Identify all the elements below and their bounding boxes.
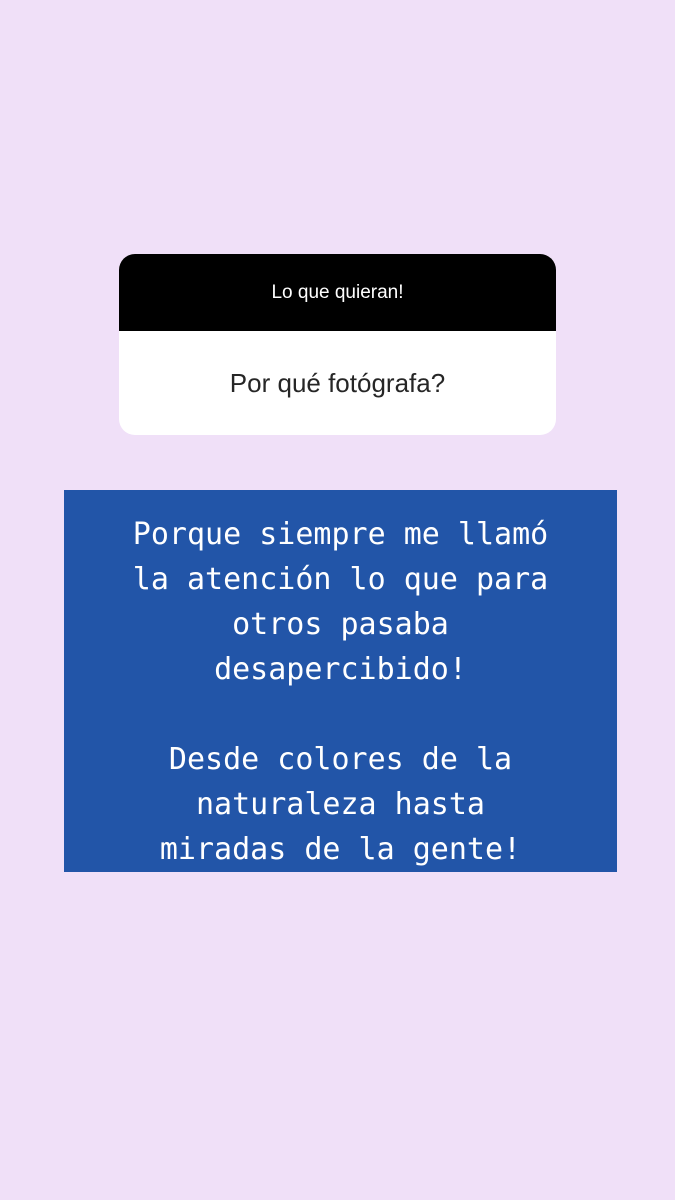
question-sticker: Lo que quieran! Por qué fotógrafa?	[119, 254, 556, 435]
answer-line: Desde colores de la	[168, 742, 513, 777]
answer-line: naturaleza hasta	[196, 787, 485, 822]
question-text: Por qué fotógrafa?	[229, 367, 446, 398]
question-prompt: Lo que quieran!	[119, 254, 556, 331]
answer-line: otros pasaba	[232, 607, 449, 642]
answer-line: Porque siempre me llamó	[132, 517, 549, 552]
answer-text-box: Porque siempre me llamó la atención lo q…	[64, 490, 617, 872]
answer-line: la atención lo que para	[132, 562, 549, 597]
answer-line: desapercibido!	[214, 652, 467, 687]
answer-line: miradas de la gente!	[159, 832, 522, 867]
